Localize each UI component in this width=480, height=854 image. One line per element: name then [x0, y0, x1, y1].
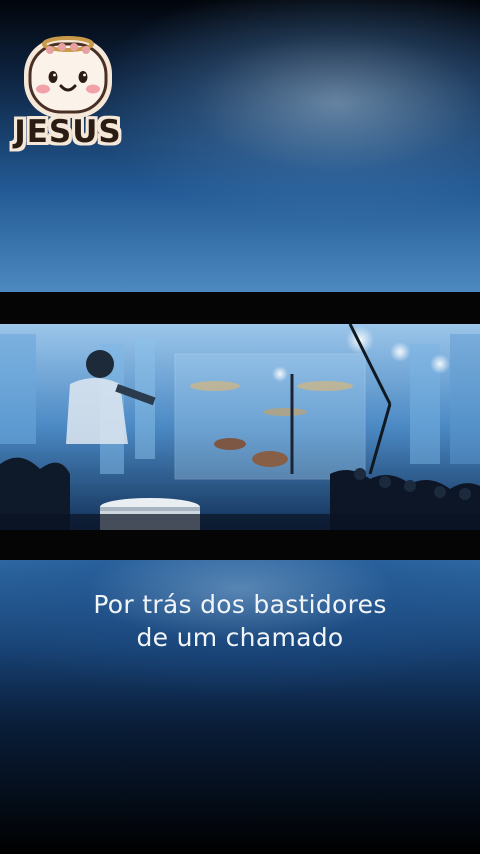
letterbox-top [0, 292, 480, 324]
letterbox-bottom [0, 530, 480, 560]
smiling-angel-face-icon [24, 36, 112, 118]
caption-line-2: de um chamado [136, 623, 344, 652]
caption-text: Por trás dos bastidores de um chamado [0, 588, 480, 654]
concert-still-image [0, 324, 480, 530]
caption-line-1: Por trás dos bastidores [93, 590, 387, 619]
video-frame: JESUS Por trás dos bastidores de um cham… [0, 0, 480, 854]
channel-logo: JESUS [12, 30, 124, 150]
logo-text: JESUS [14, 114, 122, 150]
